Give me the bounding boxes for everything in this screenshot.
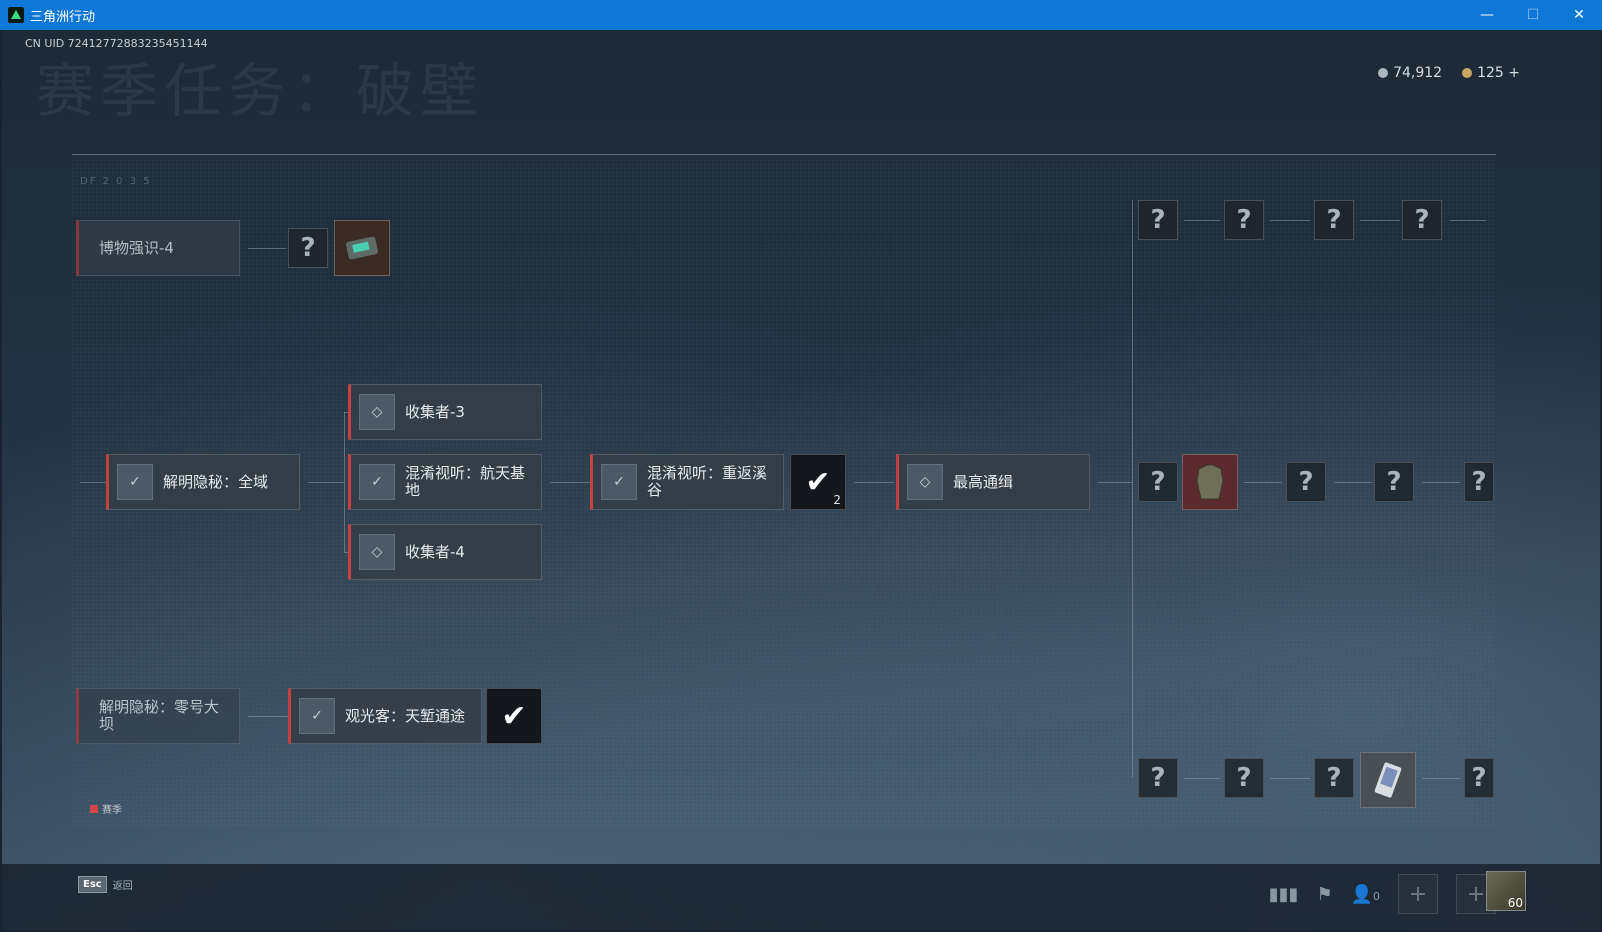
- unknown-reward[interactable]: ?: [1138, 462, 1178, 502]
- gold-coin-icon: [1462, 68, 1473, 78]
- connector: [1450, 220, 1486, 221]
- bottom-bar: Esc 返回 ▮▮▮ ⚑ 👤0 + + 60: [2, 864, 1600, 930]
- armor-icon: [1196, 464, 1224, 500]
- task-reveal-all[interactable]: ✓ 解明隐秘：全域: [106, 454, 300, 510]
- task-confuse-space-base[interactable]: ✓ 混淆视听：航天基地: [348, 454, 542, 510]
- completed-reward[interactable]: ✔: [486, 688, 542, 744]
- task-collector-3[interactable]: ◇ 收集者-3: [348, 384, 542, 440]
- silver-coin-icon: [1378, 68, 1389, 78]
- task-label: 解明隐秘：零号大坝: [99, 698, 220, 733]
- unknown-reward[interactable]: ?: [1286, 462, 1326, 502]
- target-icon: ◇: [359, 534, 395, 570]
- task-tree-panel: DF 2 0 3 5 博物强识-4 ? ✓ 解明隐秘：全域 ◇ 收集者-3 ✓ …: [72, 156, 1496, 828]
- unknown-reward[interactable]: ?: [288, 228, 328, 268]
- medal-icon: ✓: [601, 464, 637, 500]
- task-sightseer[interactable]: ✓ 观光客：天堑通途: [288, 688, 482, 744]
- connector: [1244, 482, 1282, 483]
- task-label: 博物强识-4: [99, 238, 174, 257]
- connector: [1184, 220, 1220, 221]
- device-icon: [346, 236, 378, 260]
- maximize-button[interactable]: ☐: [1510, 0, 1556, 30]
- task-collector-4[interactable]: ◇ 收集者-4: [348, 524, 542, 580]
- unknown-reward[interactable]: ?: [1402, 200, 1442, 240]
- connector: [80, 482, 106, 483]
- friends-count: 0: [1373, 889, 1380, 903]
- esc-key: Esc: [78, 876, 107, 893]
- legend-swatch: [90, 804, 98, 813]
- checkmark-icon: ✔: [501, 698, 527, 734]
- task-label: 混淆视听：重返溪谷: [647, 464, 768, 499]
- stats-icon[interactable]: ▮▮▮: [1269, 884, 1299, 905]
- minimize-button[interactable]: —: [1464, 0, 1510, 30]
- connector: [248, 248, 286, 249]
- task-label: 收集者-4: [405, 542, 465, 561]
- reward-item-device[interactable]: [334, 220, 390, 276]
- legend-label: 赛季: [102, 805, 122, 816]
- connector: [550, 482, 590, 483]
- connector: [1270, 778, 1310, 779]
- df-code: DF 2 0 3 5: [80, 176, 152, 187]
- medal-icon: ✓: [299, 698, 335, 734]
- task-most-wanted[interactable]: ◇ 最高通缉: [896, 454, 1090, 510]
- game-area: CN UID 724127728832354511​44 赛季任务：破壁 74,…: [2, 30, 1600, 930]
- connector: [1422, 778, 1460, 779]
- unknown-reward[interactable]: ?: [1138, 200, 1178, 240]
- connector: [1360, 220, 1400, 221]
- reward-count: 2: [833, 493, 841, 507]
- close-button[interactable]: ✕: [1556, 0, 1602, 30]
- unknown-reward[interactable]: ?: [1464, 758, 1494, 798]
- task-label: 混淆视听：航天基地: [405, 464, 526, 499]
- connector: [1422, 482, 1460, 483]
- friends-button[interactable]: 👤0: [1351, 884, 1380, 905]
- unknown-reward[interactable]: ?: [1224, 200, 1264, 240]
- currency-bar: 74,912 125 +: [1378, 65, 1520, 81]
- target-icon: ◇: [359, 394, 395, 430]
- connector: [854, 482, 894, 483]
- gold-currency[interactable]: 125 +: [1462, 65, 1520, 81]
- unknown-reward[interactable]: ?: [1224, 758, 1264, 798]
- legend: 赛季: [90, 801, 122, 816]
- completed-reward[interactable]: ✔ 2: [790, 454, 846, 510]
- back-button[interactable]: Esc 返回: [78, 876, 133, 893]
- divider: [72, 154, 1496, 155]
- task-label: 解明隐秘：全域: [163, 472, 269, 491]
- avatar[interactable]: 60: [1486, 871, 1526, 911]
- medal-icon: ✓: [359, 464, 395, 500]
- unknown-reward[interactable]: ?: [1314, 200, 1354, 240]
- window-titlebar: 三角洲行动 — ☐ ✕: [0, 0, 1602, 30]
- task-label: 最高通缉: [953, 472, 1014, 491]
- unknown-reward[interactable]: ?: [1314, 758, 1354, 798]
- checkmark-icon: ✔: [805, 464, 831, 500]
- target-icon: ◇: [907, 464, 943, 500]
- unknown-reward[interactable]: ?: [1464, 462, 1494, 502]
- add-slot-button[interactable]: +: [1398, 874, 1438, 914]
- connector: [308, 482, 344, 483]
- connector: [1334, 482, 1372, 483]
- back-label: 返回: [112, 881, 133, 892]
- task-reveal-dam[interactable]: 解明隐秘：零号大坝: [76, 688, 240, 744]
- unknown-reward[interactable]: ?: [1374, 462, 1414, 502]
- connector: [344, 412, 345, 552]
- task-label: 收集者-3: [405, 402, 465, 421]
- task-confuse-valley[interactable]: ✓ 混淆视听：重返溪谷: [590, 454, 784, 510]
- card-icon: [1374, 762, 1402, 798]
- connector: [1270, 220, 1310, 221]
- window-title: 三角洲行动: [30, 9, 96, 25]
- flag-icon[interactable]: ⚑: [1316, 884, 1332, 905]
- reward-item-card[interactable]: [1360, 752, 1416, 808]
- task-label: 观光客：天堑通途: [345, 706, 466, 725]
- connector: [1132, 200, 1133, 778]
- app-icon: [8, 7, 24, 23]
- connector: [1184, 778, 1220, 779]
- reward-item-armor[interactable]: [1182, 454, 1238, 510]
- medal-icon: ✓: [117, 464, 153, 500]
- connector: [248, 716, 288, 717]
- season-title: 赛季任务：破壁: [36, 57, 485, 125]
- connector: [1098, 482, 1132, 483]
- unknown-reward[interactable]: ?: [1138, 758, 1178, 798]
- task-museum-4[interactable]: 博物强识-4: [76, 220, 240, 276]
- player-level: 60: [1507, 896, 1523, 910]
- silver-currency: 74,912: [1378, 65, 1442, 81]
